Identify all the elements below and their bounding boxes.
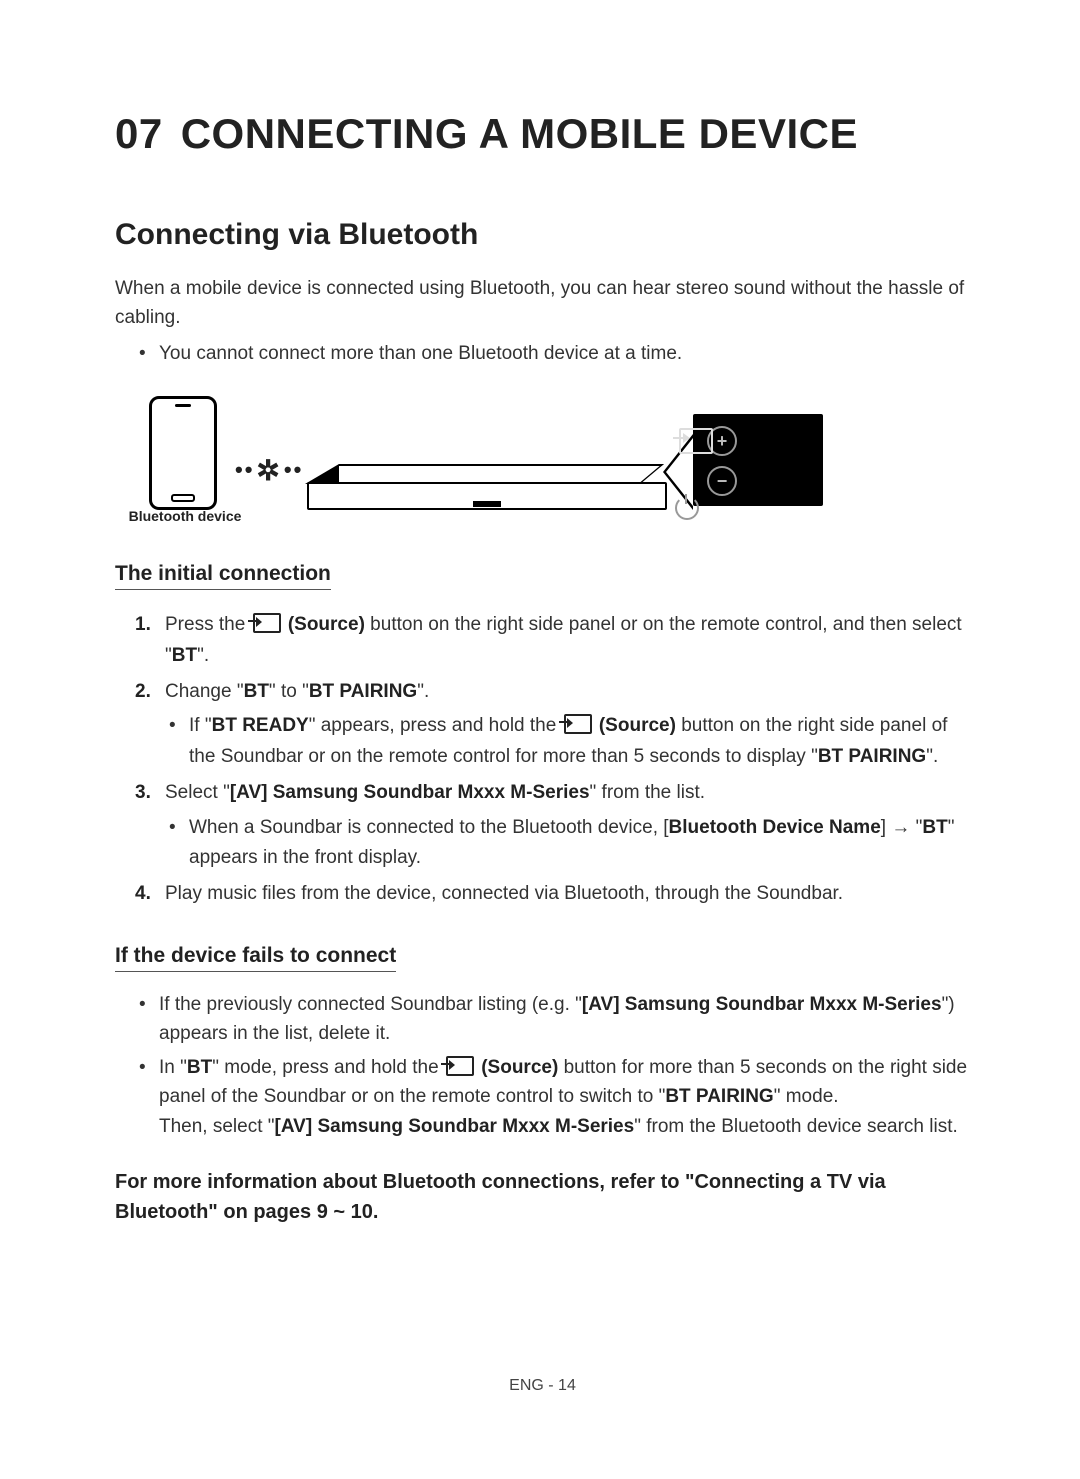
volume-down-icon: −	[707, 466, 737, 496]
bluetooth-device-label: Bluetooth device	[115, 508, 255, 524]
step-2: Change "BT" to "BT PAIRING". If "BT READ…	[135, 677, 970, 772]
manual-page: 07 CONNECTING A MOBILE DEVICE Connecting …	[0, 0, 1080, 1475]
bluetooth-icon: ✲	[254, 455, 283, 486]
connection-diagram: Bluetooth device ••✲•• + −	[115, 396, 970, 526]
step-3-sub-item: When a Soundbar is connected to the Blue…	[165, 813, 970, 874]
chapter-heading: 07 CONNECTING A MOBILE DEVICE	[115, 110, 970, 158]
more-info-note: For more information about Bluetooth con…	[115, 1167, 970, 1227]
soundbar-side-panel: + −	[693, 414, 823, 506]
page-footer: ENG - 14	[115, 1377, 970, 1395]
intro-bullets: You cannot connect more than one Bluetoo…	[135, 339, 970, 368]
step-3-sub: When a Soundbar is connected to the Blue…	[165, 813, 970, 874]
initial-steps: Press the (Source) button on the right s…	[135, 610, 970, 910]
initial-connection-heading: The initial connection	[115, 562, 331, 590]
source-icon	[253, 613, 281, 633]
phone-icon	[149, 396, 217, 510]
intro-bullet-item: You cannot connect more than one Bluetoo…	[135, 339, 970, 368]
intro-paragraph: When a mobile device is connected using …	[115, 274, 970, 333]
fails-bullet-1: If the previously connected Soundbar lis…	[135, 990, 970, 1049]
section-heading: Connecting via Bluetooth	[115, 218, 970, 252]
source-icon	[679, 428, 713, 454]
chapter-number: 07	[115, 110, 163, 157]
source-icon	[446, 1056, 474, 1076]
step-1: Press the (Source) button on the right s…	[135, 610, 970, 671]
step-3: Select "[AV] Samsung Soundbar Mxxx M-Ser…	[135, 778, 970, 873]
bluetooth-waves: ••✲••	[235, 454, 303, 487]
soundbar-icon	[305, 464, 665, 506]
fails-heading: If the device fails to connect	[115, 944, 396, 972]
chapter-title: CONNECTING A MOBILE DEVICE	[181, 110, 858, 157]
power-icon	[675, 496, 699, 520]
step-2-sub: If "BT READY" appears, press and hold th…	[165, 711, 970, 772]
step-2-sub-item: If "BT READY" appears, press and hold th…	[165, 711, 970, 772]
fails-bullet-2: In "BT" mode, press and hold the (Source…	[135, 1053, 970, 1141]
step-4: Play music files from the device, connec…	[135, 879, 970, 909]
source-icon	[564, 714, 592, 734]
fails-bullets: If the previously connected Soundbar lis…	[135, 990, 970, 1141]
